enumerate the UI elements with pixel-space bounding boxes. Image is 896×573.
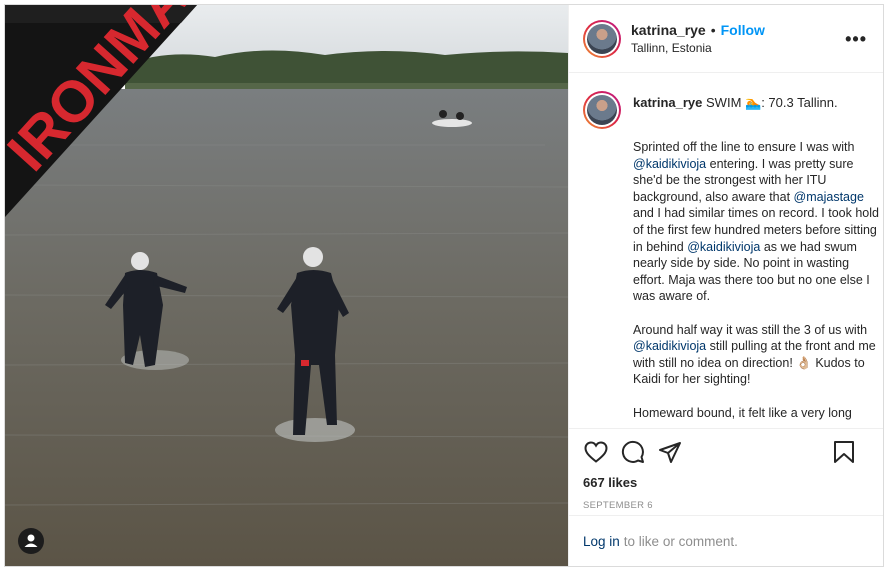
heart-icon [584, 441, 608, 463]
comment-icon [621, 440, 644, 463]
mention-link[interactable]: @kaidikivioja [687, 240, 760, 254]
post-date[interactable]: SEPTEMBER 6 [583, 500, 869, 511]
caption-title: SWIM 🏊: 70.3 Tallinn. [706, 95, 838, 110]
caption-avatar[interactable] [583, 91, 621, 129]
caption-paragraph: Homeward bound, it felt like a very long [633, 405, 883, 422]
mention-link[interactable]: @kaidikivioja [633, 339, 706, 353]
likes-count[interactable]: 667 likes [583, 475, 869, 490]
caption-text: Homeward bound, it felt like a very long [633, 405, 852, 420]
caption-text: Around half way it was still the 3 of us… [633, 322, 868, 337]
caption-text: Sprinted off the line to ensure I was wi… [633, 140, 855, 154]
mention-link[interactable]: @majastage [794, 190, 864, 204]
comment-button[interactable] [620, 439, 646, 465]
more-options-icon[interactable]: ••• [845, 29, 867, 50]
post-header: katrina_rye • Follow Tallinn, Estonia ••… [569, 5, 883, 73]
save-button[interactable] [831, 439, 857, 465]
post-side-panel: katrina_rye • Follow Tallinn, Estonia ••… [568, 5, 883, 566]
separator-dot: • [710, 21, 716, 38]
post-location[interactable]: Tallinn, Estonia [631, 39, 765, 57]
login-prompt-text: to like or comment. [623, 533, 738, 549]
author-username[interactable]: katrina_rye [631, 21, 706, 39]
instagram-post: IRONMAN katrina_rye • Follow Tallinn, Es… [4, 4, 884, 567]
caption-username[interactable]: katrina_rye [633, 95, 702, 110]
mention-link[interactable]: @kaidikivioja [633, 157, 706, 171]
swimmers-photo: IRONMAN [5, 5, 568, 566]
login-link[interactable]: Log in [583, 534, 620, 549]
caption-paragraph: Around half way it was still the 3 of us… [633, 322, 883, 388]
bookmark-icon [834, 441, 854, 463]
post-actions: 667 likes SEPTEMBER 6 [569, 428, 883, 511]
post-caption: katrina_rye SWIM 🏊: 70.3 Tallinn. Sprint… [569, 73, 883, 428]
share-icon [659, 442, 681, 463]
user-tag-icon [24, 534, 38, 547]
follow-button[interactable]: Follow [721, 21, 765, 39]
user-tag-button[interactable] [18, 528, 44, 554]
like-button[interactable] [583, 439, 609, 465]
post-photo[interactable]: IRONMAN [5, 5, 568, 566]
share-button[interactable] [657, 439, 683, 465]
caption-body: Sprinted off the line to ensure I was wi… [633, 139, 883, 421]
author-avatar[interactable] [583, 19, 621, 58]
login-prompt: Log in to like or comment. [569, 515, 883, 566]
caption-paragraph: Sprinted off the line to ensure I was wi… [633, 139, 883, 305]
